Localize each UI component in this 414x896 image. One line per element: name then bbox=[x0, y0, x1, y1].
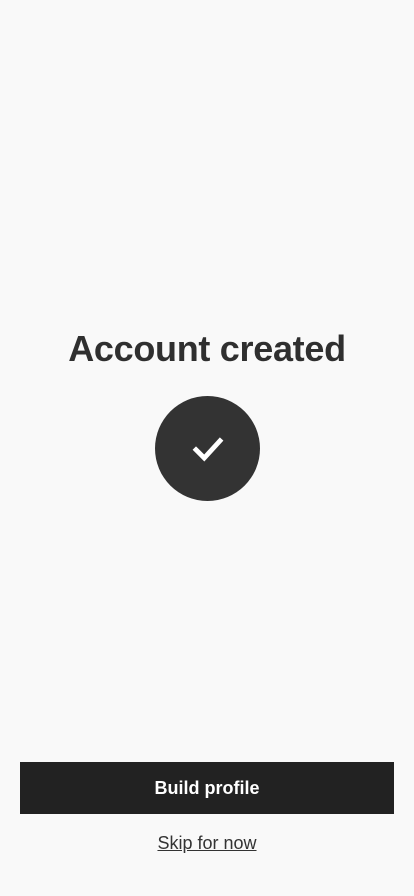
checkmark-icon bbox=[192, 436, 223, 461]
success-badge bbox=[155, 396, 260, 501]
build-profile-button[interactable]: Build profile bbox=[20, 762, 394, 814]
page-title: Account created bbox=[68, 328, 346, 369]
skip-for-now-link[interactable]: Skip for now bbox=[0, 830, 414, 856]
